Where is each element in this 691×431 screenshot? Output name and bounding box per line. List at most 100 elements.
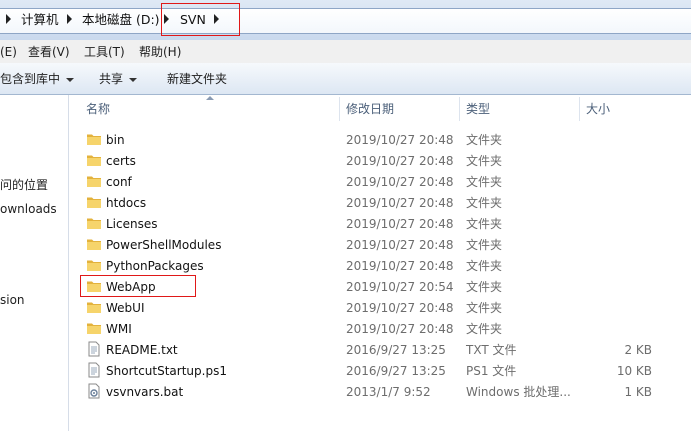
file-size: [586, 237, 652, 253]
menu-view[interactable]: 查看(V): [28, 44, 70, 60]
file-size: [586, 174, 652, 190]
file-name: WMI: [106, 322, 132, 336]
file-row[interactable]: README.txt 2016/9/27 13:25 TXT 文件 2 KB: [78, 339, 691, 360]
file-name: conf: [106, 175, 132, 189]
chevron-right-icon[interactable]: [6, 14, 11, 24]
file-type: TXT 文件: [466, 343, 517, 357]
file-row[interactable]: htdocs 2019/10/27 20:48 文件夹: [78, 192, 691, 213]
text-file-icon: [86, 362, 102, 378]
file-type: 文件夹: [466, 175, 503, 189]
file-size: [586, 279, 652, 295]
folder-icon: [86, 173, 102, 189]
menu-tools[interactable]: 工具(T): [84, 44, 125, 60]
file-row[interactable]: bin 2019/10/27 20:48 文件夹: [78, 129, 691, 150]
file-modified: 2019/10/27 20:48: [346, 238, 454, 252]
file-name: bin: [106, 133, 125, 147]
file-modified: 2019/10/27 20:48: [346, 154, 454, 168]
sort-ascending-icon: [206, 96, 214, 100]
file-row[interactable]: conf 2019/10/27 20:48 文件夹: [78, 171, 691, 192]
breadcrumb-computer[interactable]: 计算机: [21, 12, 59, 28]
folder-icon: [86, 299, 102, 315]
file-modified: 2016/9/27 13:25: [346, 343, 446, 357]
file-row[interactable]: ShortcutStartup.ps1 2016/9/27 13:25 PS1 文件…: [78, 360, 691, 381]
share-label: 共享: [99, 72, 124, 86]
file-type: Windows 批处理...: [466, 385, 571, 399]
file-name: PowerShellModules: [106, 238, 222, 252]
file-row[interactable]: PowerShellModules 2019/10/27 20:48 文件夹: [78, 234, 691, 255]
file-modified: 2019/10/27 20:48: [346, 301, 454, 315]
navigation-pane: 问的位置 ownloads sion: [0, 95, 69, 431]
column-header-modified[interactable]: 修改日期: [346, 97, 394, 121]
file-name: WebUI: [106, 301, 145, 315]
folder-icon: [86, 215, 102, 231]
batch-file-icon: [86, 383, 102, 399]
share-button[interactable]: 共享: [99, 71, 138, 87]
column-header-size[interactable]: 大小: [586, 97, 610, 121]
include-in-library-button[interactable]: 包含到库中: [0, 71, 75, 87]
highlight-box-svn: [161, 3, 240, 36]
file-size: 1 KB: [624, 385, 652, 399]
nav-item-recent-places[interactable]: 问的位置: [0, 177, 48, 193]
file-row[interactable]: WMI 2019/10/27 20:48 文件夹: [78, 318, 691, 339]
file-modified: 2019/10/27 20:48: [346, 175, 454, 189]
file-size: [586, 321, 652, 337]
file-size: [586, 132, 652, 148]
folder-icon: [86, 236, 102, 252]
file-type: 文件夹: [466, 196, 503, 210]
file-size: [586, 216, 652, 232]
dropdown-caret-icon: [129, 77, 138, 82]
file-modified: 2019/10/27 20:54: [346, 280, 454, 294]
file-modified: 2013/1/7 9:52: [346, 385, 431, 399]
new-folder-button[interactable]: 新建文件夹: [167, 71, 227, 87]
file-row[interactable]: vsvnvars.bat 2013/1/7 9:52 Windows 批处理... 1…: [78, 381, 691, 402]
file-row[interactable]: WebUI 2019/10/27 20:48 文件夹: [78, 297, 691, 318]
file-modified: 2019/10/27 20:48: [346, 133, 454, 147]
file-size: [586, 258, 652, 274]
column-divider[interactable]: [579, 97, 580, 121]
file-type: 文件夹: [466, 154, 503, 168]
file-type: 文件夹: [466, 133, 503, 147]
file-name: README.txt: [106, 343, 178, 357]
file-row[interactable]: Licenses 2019/10/27 20:48 文件夹: [78, 213, 691, 234]
file-modified: 2019/10/27 20:48: [346, 259, 454, 273]
file-name: ShortcutStartup.ps1: [106, 364, 227, 378]
file-size: [586, 195, 652, 211]
file-row[interactable]: certs 2019/10/27 20:48 文件夹: [78, 150, 691, 171]
file-type: 文件夹: [466, 259, 503, 273]
file-name: vsvnvars.bat: [106, 385, 184, 399]
file-size: 10 KB: [616, 364, 652, 378]
column-divider[interactable]: [459, 97, 460, 121]
menu-help[interactable]: 帮助(H): [139, 44, 181, 60]
file-modified: 2019/10/27 20:48: [346, 196, 454, 210]
dropdown-caret-icon: [66, 77, 75, 82]
breadcrumb-drive-d[interactable]: 本地磁盘 (D:): [82, 12, 160, 28]
file-type: 文件夹: [466, 217, 503, 231]
file-type: 文件夹: [466, 301, 503, 315]
file-modified: 2019/10/27 20:48: [346, 217, 454, 231]
file-size: 2 KB: [624, 343, 652, 357]
nav-item-subversion[interactable]: sion: [0, 292, 25, 308]
file-name: htdocs: [106, 196, 147, 210]
file-name: certs: [106, 154, 136, 168]
file-type: 文件夹: [466, 322, 503, 336]
file-row[interactable]: PythonPackages 2019/10/27 20:48 文件夹: [78, 255, 691, 276]
file-type: 文件夹: [466, 238, 503, 252]
menu-edit[interactable]: (E): [0, 44, 17, 60]
file-name: Licenses: [106, 217, 158, 231]
folder-icon: [86, 194, 102, 210]
file-size: [586, 153, 652, 169]
file-type: PS1 文件: [466, 364, 517, 378]
nav-item-downloads[interactable]: ownloads: [0, 201, 57, 217]
column-header-type[interactable]: 类型: [466, 97, 490, 121]
folder-icon: [86, 152, 102, 168]
file-size: [586, 300, 652, 316]
folder-icon: [86, 320, 102, 336]
column-header-name[interactable]: 名称: [86, 97, 110, 121]
include-in-library-label: 包含到库中: [0, 72, 61, 86]
file-modified: 2016/9/27 13:25: [346, 364, 446, 378]
file-type: 文件夹: [466, 280, 503, 294]
column-divider[interactable]: [339, 97, 340, 121]
highlight-box-webapp: [80, 275, 196, 297]
text-file-icon: [86, 341, 102, 357]
chevron-right-icon[interactable]: [67, 14, 72, 24]
